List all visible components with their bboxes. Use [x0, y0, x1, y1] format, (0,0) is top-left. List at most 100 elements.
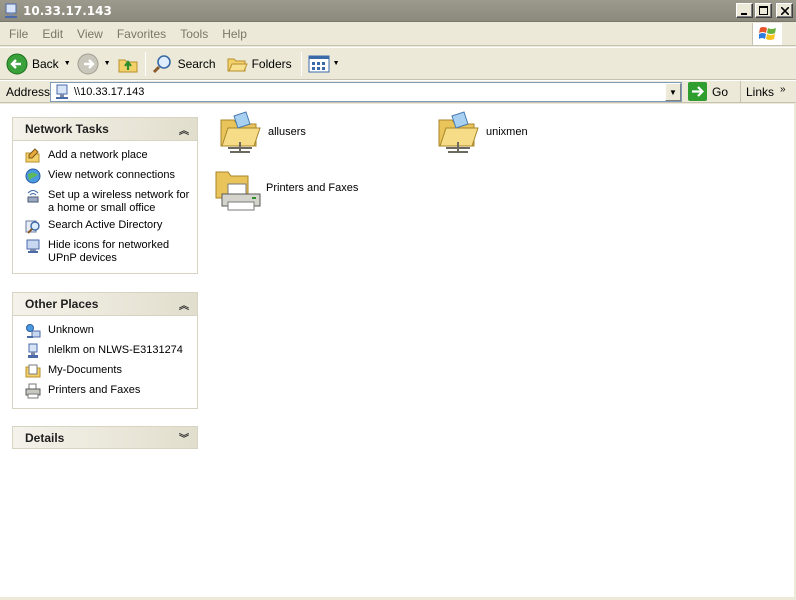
documents-icon	[25, 364, 41, 378]
toolbar-separator	[144, 51, 146, 76]
forward-dropdown-icon[interactable]: ▼	[104, 60, 111, 67]
network-connections-icon	[25, 168, 41, 184]
task-label: Set up a wireless network for a home or …	[48, 189, 190, 214]
title-bar[interactable]: 10.33.17.143	[0, 0, 796, 22]
folder-label: allusers	[268, 126, 306, 138]
folder-item[interactable]: unixmen	[434, 108, 528, 156]
details-header[interactable]: Details ︾	[12, 426, 198, 449]
network-share-icon	[5, 3, 17, 18]
views-button[interactable]: ▼	[305, 50, 343, 78]
place-label: My-Documents	[48, 364, 122, 376]
collapse-icon[interactable]: ︽	[179, 122, 189, 137]
details-title: Details	[25, 430, 65, 445]
place-unknown[interactable]: Unknown	[25, 324, 193, 340]
other-places-title: Other Places	[25, 297, 99, 311]
upnp-devices-icon	[26, 239, 40, 253]
back-button[interactable]: Back ▼	[3, 50, 74, 78]
back-arrow-icon	[6, 53, 28, 74]
close-icon	[780, 6, 789, 15]
task-add-network-place[interactable]: Add a network place	[25, 148, 193, 165]
place-printers-faxes[interactable]: Printers and Faxes	[25, 383, 193, 400]
task-label: Hide icons for networked UPnP devices	[48, 239, 170, 264]
standard-toolbar: Back ▼ ▼ Search Folders ▼	[0, 47, 796, 80]
add-network-place-icon	[25, 148, 40, 163]
address-value: \\10.33.17.143	[74, 86, 145, 98]
go-button[interactable]: Go	[688, 82, 728, 101]
wireless-network-icon	[27, 190, 39, 203]
place-label: Unknown	[48, 324, 94, 336]
folder-item[interactable]: Printers and Faxes	[214, 164, 358, 212]
shared-folder-icon	[220, 111, 261, 153]
links-label: Links	[746, 85, 775, 99]
back-label: Back	[32, 56, 59, 71]
links-toolbar[interactable]: Links »	[740, 81, 786, 103]
chevron-right-icon[interactable]: »	[780, 84, 786, 95]
collapse-icon[interactable]: ︽	[179, 297, 189, 312]
folders-label: Folders	[251, 56, 292, 71]
place-my-documents[interactable]: My-Documents	[25, 364, 193, 380]
menu-help[interactable]: Help	[215, 27, 254, 41]
folder-item[interactable]: allusers	[216, 108, 306, 156]
search-label: Search	[177, 56, 216, 71]
place-computer[interactable]: nlelkm on NLWS-E3131274	[25, 343, 193, 360]
printers-faxes-folder-icon	[215, 171, 261, 211]
network-tasks-header[interactable]: Network Tasks ︽	[12, 117, 198, 140]
address-label: Address	[6, 84, 51, 99]
address-input[interactable]: \\10.33.17.143 ▼	[50, 82, 682, 102]
forward-arrow-icon	[77, 53, 99, 74]
forward-button[interactable]: ▼	[74, 50, 114, 78]
menu-edit[interactable]: Edit	[35, 27, 70, 41]
go-label: Go	[712, 84, 729, 99]
task-label: Add a network place	[48, 149, 148, 161]
chevron-down-icon: ▼	[669, 87, 677, 97]
menu-file[interactable]: File	[0, 27, 35, 41]
network-tasks-title: Network Tasks	[25, 122, 109, 136]
other-places-pane: Other Places ︽ Unknown nlelkm on NLWS-E3…	[12, 292, 198, 409]
task-hide-upnp-icons[interactable]: Hide icons for networked UPnP devices	[25, 239, 193, 265]
shared-folder-icon	[438, 111, 479, 153]
details-pane: Details ︾	[12, 426, 198, 449]
menu-tools[interactable]: Tools	[173, 27, 215, 41]
menu-bar: File Edit View Favorites Tools Help	[0, 22, 796, 46]
other-places-header[interactable]: Other Places ︽	[12, 292, 198, 315]
minimize-button[interactable]	[736, 3, 753, 18]
search-button[interactable]: Search	[149, 50, 219, 78]
maximize-button[interactable]	[755, 3, 772, 18]
network-icon	[26, 324, 41, 338]
search-icon	[152, 54, 171, 73]
window-title: 10.33.17.143	[23, 3, 112, 18]
network-tasks-pane: Network Tasks ︽ Add a network place View…	[12, 117, 198, 274]
task-view-network-connections[interactable]: View network connections	[25, 168, 193, 185]
folders-icon	[227, 58, 248, 71]
menu-view[interactable]: View	[70, 27, 110, 41]
back-dropdown-icon[interactable]: ▼	[64, 60, 71, 67]
task-label: Search Active Directory	[48, 219, 163, 231]
folders-button[interactable]: Folders	[223, 50, 295, 78]
up-folder-button[interactable]	[114, 50, 142, 78]
close-button[interactable]	[776, 3, 793, 18]
place-label: Printers and Faxes	[48, 384, 141, 396]
other-places-list: Unknown nlelkm on NLWS-E3131274 My-Docum…	[12, 315, 198, 409]
views-dropdown-icon[interactable]: ▼	[333, 60, 340, 67]
network-share-icon	[56, 84, 68, 99]
folder-up-icon	[118, 59, 138, 72]
network-tasks-list: Add a network place View network connect…	[12, 140, 198, 274]
main-content-area: Network Tasks ︽ Add a network place View…	[0, 104, 794, 597]
windows-logo	[752, 23, 782, 45]
folder-label: unixmen	[486, 126, 528, 138]
toolbar-separator	[300, 51, 302, 76]
search-directory-icon	[25, 220, 40, 234]
task-search-active-directory[interactable]: Search Active Directory	[25, 219, 193, 235]
views-icon	[308, 55, 330, 72]
menu-favorites[interactable]: Favorites	[110, 27, 173, 41]
address-bar: Address \\10.33.17.143 ▼ Go Links »	[0, 80, 796, 103]
task-label: View network connections	[48, 169, 175, 181]
go-arrow-icon	[688, 82, 707, 101]
minimize-icon	[740, 12, 747, 15]
expand-icon[interactable]: ︾	[179, 430, 189, 445]
printer-icon	[25, 383, 41, 399]
computer-icon	[28, 343, 38, 358]
task-wireless-network[interactable]: Set up a wireless network for a home or …	[25, 189, 193, 215]
maximize-icon	[759, 6, 768, 15]
address-dropdown-button[interactable]: ▼	[665, 83, 681, 101]
